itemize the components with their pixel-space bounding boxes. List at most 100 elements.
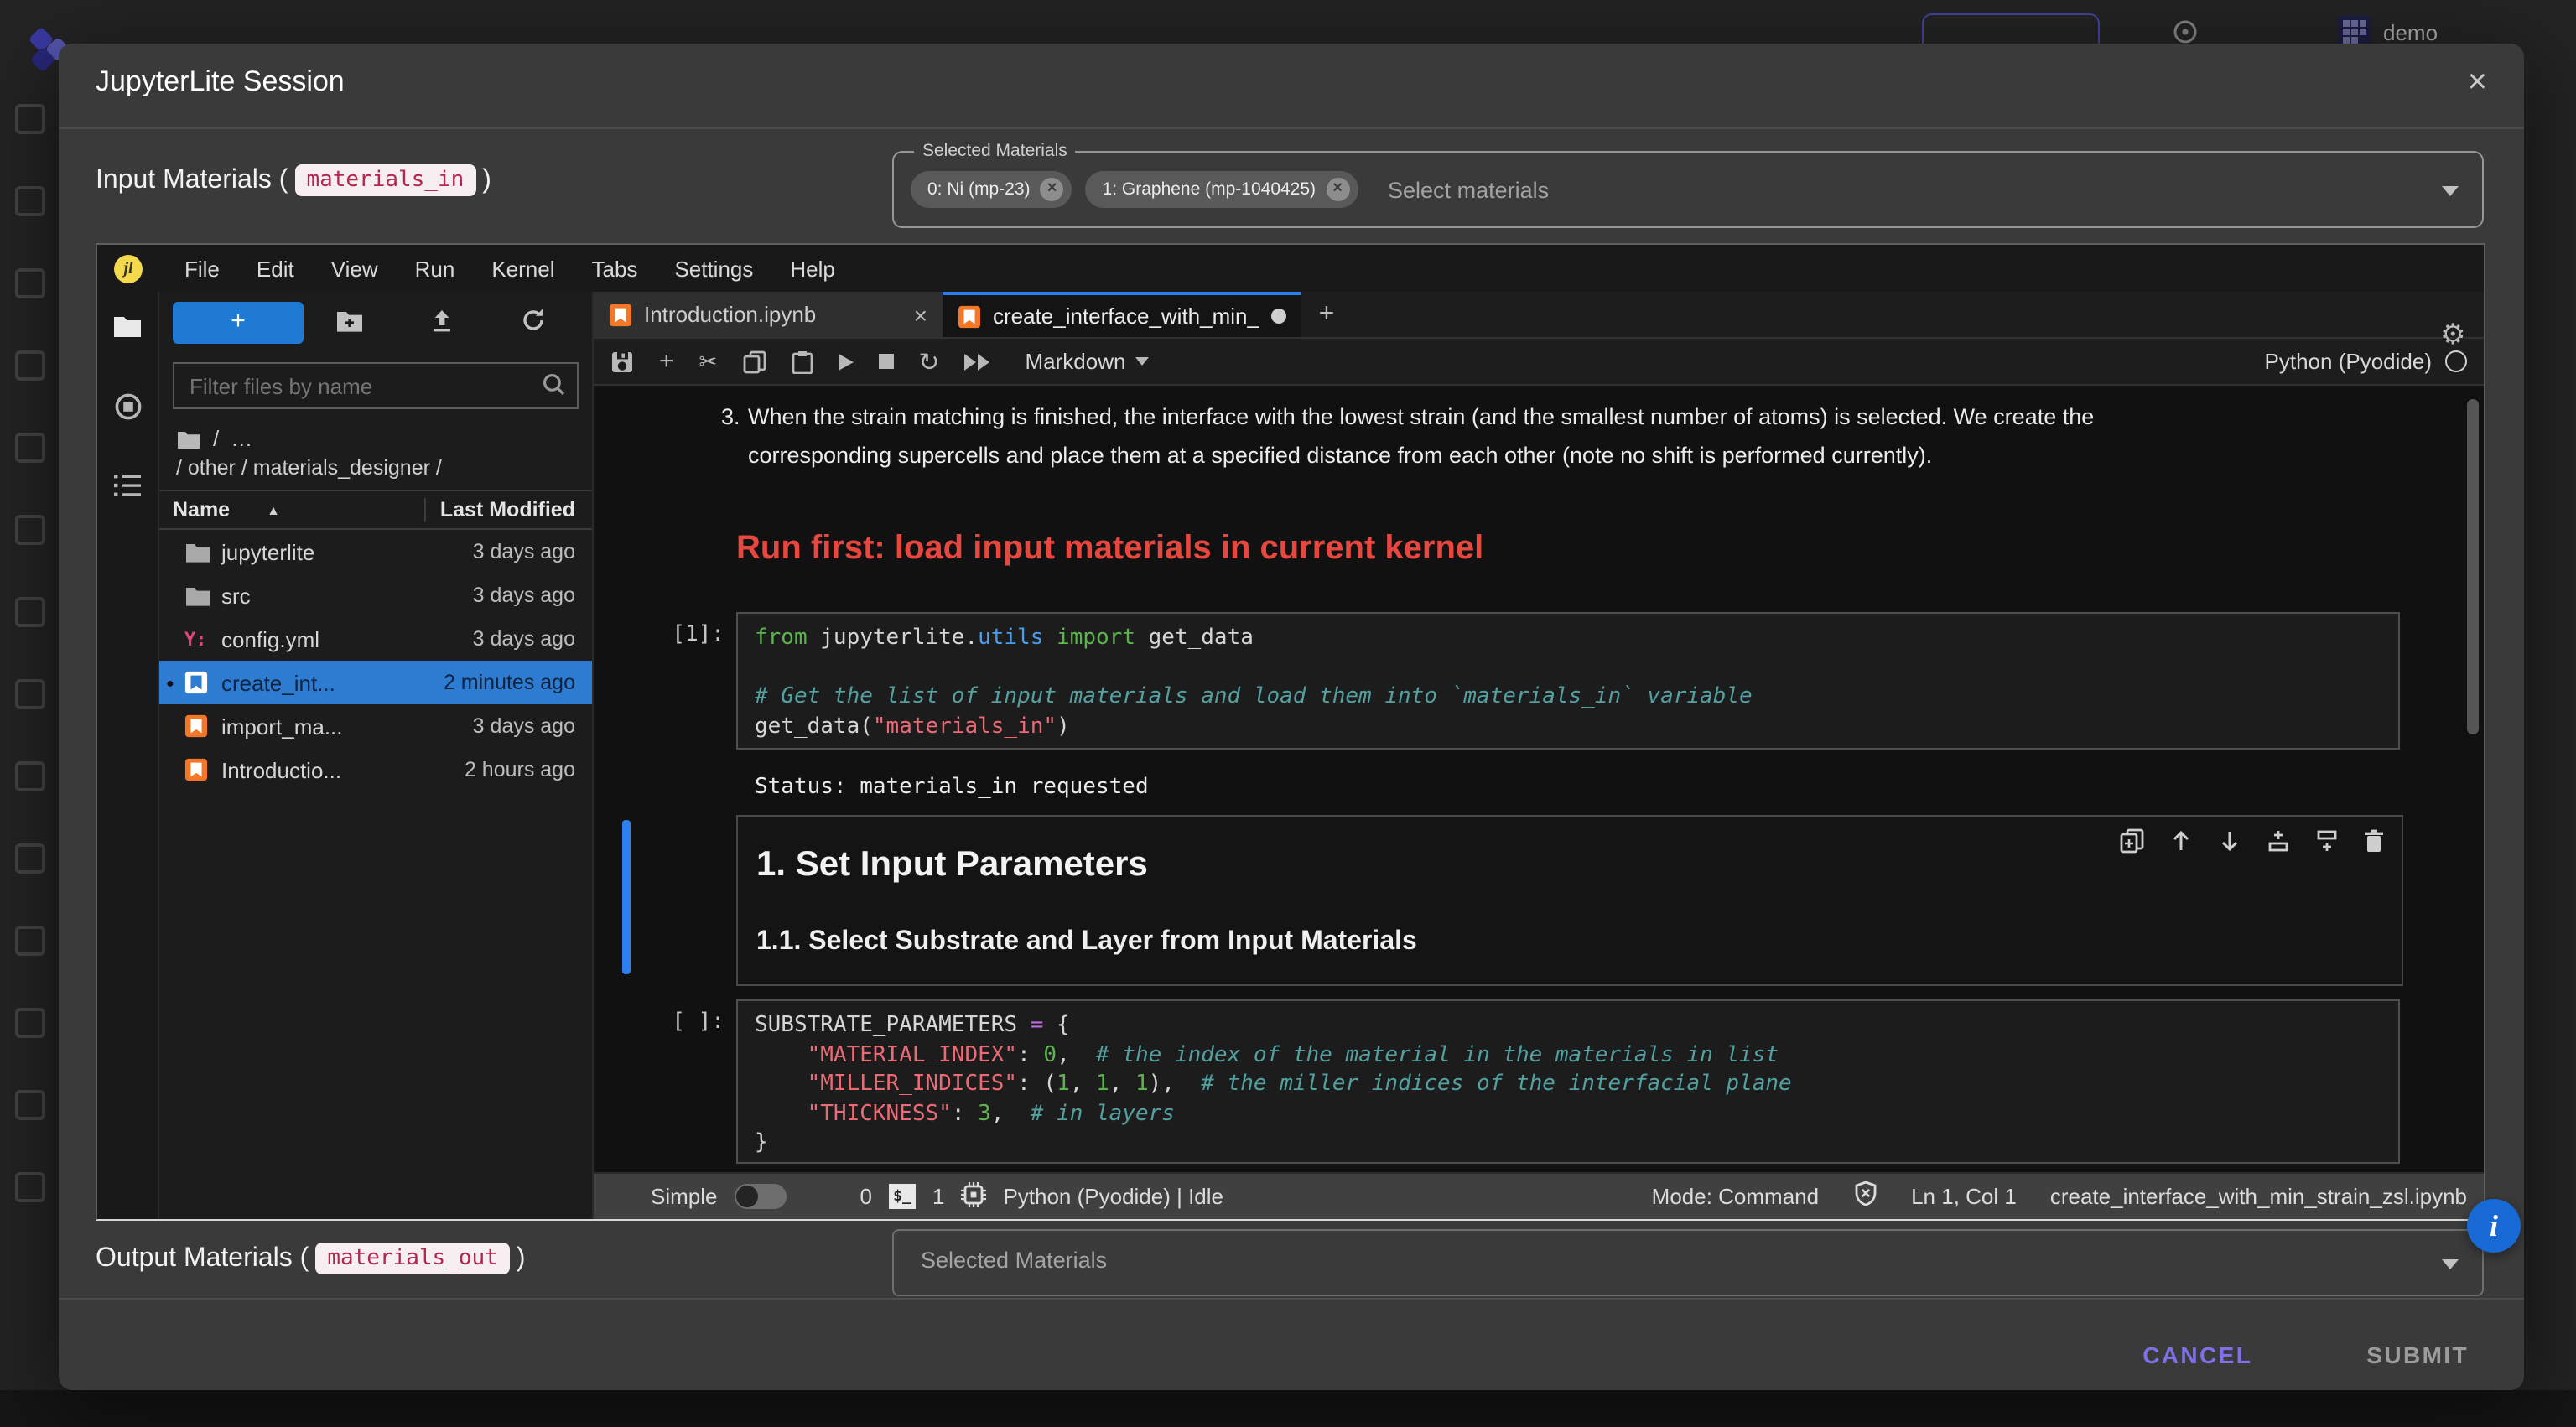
close-tab-icon[interactable]: × — [914, 301, 927, 328]
filter-files-input[interactable] — [174, 364, 577, 407]
dialog-actions: CANCEL SUBMIT — [2129, 1331, 2482, 1378]
code-cell-2[interactable]: SUBSTRATE_PARAMETERS = { "MATERIAL_INDEX… — [736, 999, 2400, 1164]
file-modified: 3 days ago — [473, 584, 575, 607]
save-icon[interactable] — [610, 350, 634, 373]
code-cell-1[interactable]: from jupyterlite.utils import get_data #… — [736, 612, 2400, 750]
new-folder-icon[interactable] — [304, 309, 395, 337]
notebook-file-icon — [184, 758, 221, 781]
remove-chip-icon[interactable]: × — [1041, 178, 1064, 201]
markdown-paragraph[interactable]: When the strain matching is finished, th… — [748, 397, 2425, 475]
delete-cell-icon[interactable] — [2363, 828, 2385, 862]
menu-run[interactable]: Run — [397, 256, 474, 281]
table-of-contents-tab-icon[interactable] — [114, 475, 141, 505]
dialog-title: JupyterLite Session — [96, 65, 345, 99]
kernel-status-label: Python (Pyodide) | Idle — [1003, 1184, 1223, 1209]
output-materials-select[interactable]: Selected Materials — [892, 1229, 2484, 1296]
move-cell-up-icon[interactable] — [2168, 828, 2194, 862]
breadcrumb-root[interactable]: / — [213, 426, 219, 451]
insert-cell-below-icon[interactable] — [2314, 828, 2340, 862]
menu-settings[interactable]: Settings — [656, 256, 771, 281]
tab-bar: Introduction.ipynb × create_interface_wi… — [594, 292, 2484, 339]
new-tab-button[interactable]: + — [1301, 292, 1352, 337]
notebook-scrollbar[interactable] — [2467, 399, 2479, 734]
file-modified: 2 hours ago — [465, 758, 575, 781]
kernel-status-icon — [2445, 350, 2467, 372]
column-last-modified[interactable]: Last Modified — [425, 498, 575, 522]
material-chip[interactable]: 1: Graphene (mp-1040425)× — [1086, 171, 1358, 208]
home-folder-icon[interactable] — [176, 428, 201, 449]
selected-cell-bar — [622, 820, 631, 974]
markdown-cell-selected[interactable]: 1. Set Input Parameters 1.1. Select Subs… — [736, 815, 2403, 986]
terminal-icon: $_ — [889, 1184, 916, 1209]
cell1-output: Status: materials_in requested — [755, 775, 1149, 800]
info-button[interactable]: i — [2467, 1199, 2521, 1253]
kernels-count[interactable]: 1 — [932, 1184, 944, 1209]
code-line: "MILLER_INDICES": (1, 1, 1), # the mille… — [755, 1070, 2381, 1099]
divider — [59, 127, 2524, 129]
run-first-heading[interactable]: Run first: load input materials in curre… — [736, 530, 1483, 568]
code-line: from jupyterlite.utils import get_data — [755, 624, 2381, 653]
refresh-icon[interactable] — [487, 307, 579, 339]
cell-type-dropdown[interactable]: Markdown — [1026, 349, 1150, 374]
gear-icon[interactable]: ⚙ — [2440, 319, 2466, 352]
material-chip[interactable]: 0: Ni (mp-23)× — [911, 171, 1072, 208]
jupyterlab-frame: jl FileEditViewRunKernelTabsSettingsHelp… — [96, 243, 2485, 1221]
chevron-down-icon — [2442, 1259, 2459, 1269]
menu-tabs[interactable]: Tabs — [574, 256, 657, 281]
file-row[interactable]: import_ma...3 days ago — [159, 704, 592, 748]
cursor-position[interactable]: Ln 1, Col 1 — [1911, 1184, 2017, 1209]
folder-icon — [184, 584, 221, 606]
move-cell-down-icon[interactable] — [2217, 828, 2242, 862]
kernel-indicator[interactable]: Python (Pyodide) — [2265, 349, 2467, 374]
cell2-code: SUBSTRATE_PARAMETERS = { "MATERIAL_INDEX… — [755, 1011, 2381, 1158]
file-row[interactable]: Introductio...2 hours ago — [159, 748, 592, 791]
running-kernels-tab-icon[interactable] — [113, 392, 142, 429]
file-row[interactable]: jupyterlite3 days ago — [159, 530, 592, 573]
trust-shield-icon — [1852, 1181, 1877, 1212]
new-launcher-button[interactable]: + — [173, 302, 304, 344]
restart-run-all-icon[interactable] — [965, 353, 990, 370]
file-browser-panel: + / … / ot — [159, 292, 594, 1219]
restart-kernel-icon[interactable]: ↻ — [918, 346, 939, 376]
menu-view[interactable]: View — [313, 256, 397, 281]
remove-chip-icon[interactable]: × — [1326, 178, 1349, 201]
file-row[interactable]: src3 days ago — [159, 573, 592, 617]
file-row[interactable]: Y:config.yml3 days ago — [159, 617, 592, 661]
insert-cell-icon[interactable]: + — [659, 347, 674, 376]
cut-cells-icon[interactable]: ✂ — [699, 348, 718, 375]
filter-files-box — [173, 362, 579, 409]
chevron-down-icon — [2442, 186, 2459, 196]
breadcrumb-ellipsis[interactable]: … — [231, 426, 254, 451]
file-name: create_int... — [221, 670, 444, 695]
duplicate-cell-icon[interactable] — [2120, 828, 2145, 862]
insert-cell-above-icon[interactable] — [2266, 828, 2291, 862]
status-bar: Simple 0 $_ 1 Python (Pyodide) | Idle Mo… — [594, 1172, 2484, 1219]
stop-kernel-icon[interactable] — [878, 354, 893, 369]
breadcrumb-path[interactable]: / other / materials_designer / — [176, 456, 575, 480]
selected-materials-field[interactable]: Selected Materials 0: Ni (mp-23)×1: Grap… — [892, 151, 2484, 228]
menu-edit[interactable]: Edit — [238, 256, 313, 281]
file-browser-tab-icon[interactable] — [112, 314, 143, 347]
tab-introduction[interactable]: Introduction.ipynb × — [594, 292, 943, 337]
tab-create-interface[interactable]: create_interface_with_min_ — [943, 292, 1301, 337]
menu-kernel[interactable]: Kernel — [473, 256, 573, 281]
terminals-count[interactable]: 0 — [860, 1184, 872, 1209]
menu-file[interactable]: File — [166, 256, 238, 281]
file-modified: 3 days ago — [473, 540, 575, 563]
file-row[interactable]: ●create_int...2 minutes ago — [159, 661, 592, 704]
cancel-button[interactable]: CANCEL — [2129, 1331, 2266, 1378]
cell1-prompt: [1]: — [594, 622, 724, 647]
menu-help[interactable]: Help — [771, 256, 854, 281]
cell1-code: from jupyterlite.utils import get_data #… — [755, 624, 2381, 741]
close-icon[interactable]: × — [2458, 60, 2497, 106]
paste-cells-icon[interactable] — [791, 350, 813, 373]
copy-cells-icon[interactable] — [742, 350, 766, 373]
code-line: } — [755, 1129, 2381, 1158]
column-name[interactable]: Name▲ — [173, 498, 412, 522]
submit-button[interactable]: SUBMIT — [2353, 1331, 2482, 1378]
simple-mode-toggle[interactable] — [735, 1184, 787, 1209]
run-cell-icon[interactable] — [838, 353, 853, 370]
select-materials-placeholder[interactable]: Select materials — [1388, 177, 1549, 202]
upload-icon[interactable] — [395, 308, 486, 338]
code-line — [755, 653, 2381, 682]
